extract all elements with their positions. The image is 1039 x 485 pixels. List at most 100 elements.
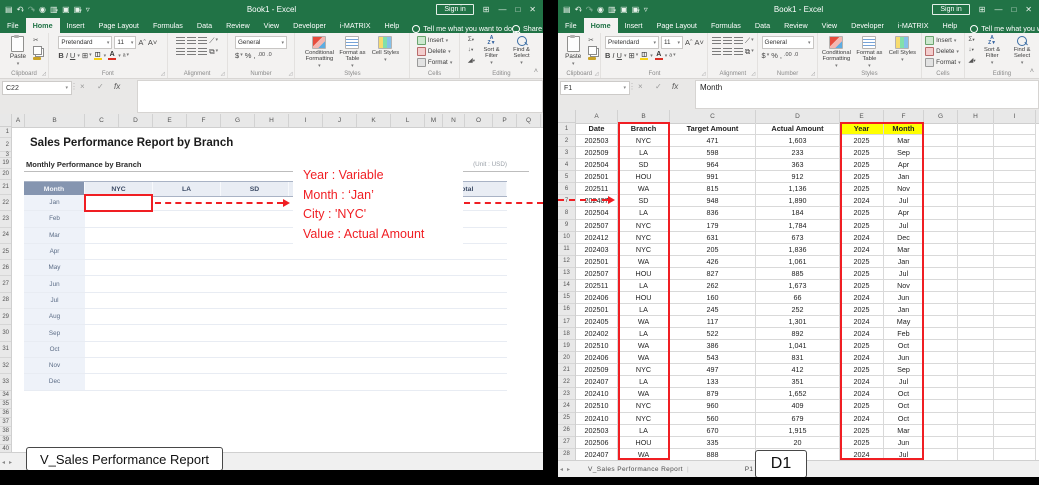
dialog-launcher-icon[interactable]: ◿ — [595, 71, 599, 77]
tell-me[interactable]: Tell me what you want to do — [970, 24, 1039, 33]
cell[interactable]: 560 — [670, 413, 756, 425]
cell[interactable]: 2024 — [840, 352, 884, 364]
sort-filter-button[interactable]: AZ▼ Sort & Filter▾ — [979, 36, 1006, 66]
column-header-H[interactable]: H — [255, 114, 289, 127]
cell[interactable]: WA — [618, 352, 670, 364]
empty-cell[interactable] — [994, 207, 1036, 219]
ribbon-tab-review[interactable]: Review — [777, 18, 815, 33]
bold-icon[interactable]: B — [58, 51, 63, 60]
enter-icon[interactable]: ✓ — [655, 82, 662, 91]
cell[interactable]: LA — [618, 425, 670, 437]
merge-center-icon[interactable]: ⧉▾ — [209, 47, 218, 56]
cell[interactable]: 1,603 — [756, 135, 840, 147]
empty-cell[interactable] — [994, 328, 1036, 340]
decrease-decimal-icon[interactable]: .0 — [794, 51, 799, 60]
cell[interactable]: 2025 — [840, 400, 884, 412]
cell[interactable]: Jun — [884, 292, 924, 304]
cell[interactable]: 205 — [670, 244, 756, 256]
row-header-27[interactable]: 27 — [0, 276, 11, 292]
cell[interactable]: NYC — [618, 244, 670, 256]
accounting-format-icon[interactable]: $▾ — [235, 51, 243, 60]
cell[interactable]: 202501 — [576, 304, 618, 316]
empty-cell[interactable] — [924, 244, 958, 256]
highlighted-cell-nyc-jan[interactable] — [84, 194, 153, 212]
empty-cell[interactable] — [924, 256, 958, 268]
formula-input[interactable]: Month — [695, 80, 1039, 109]
row-header-16[interactable]: 16 — [558, 304, 575, 316]
cell[interactable]: Jan — [884, 256, 924, 268]
ribbon-tab-data[interactable]: Data — [190, 18, 219, 33]
name-box[interactable]: F1▾ — [560, 81, 630, 95]
cell[interactable]: 202407 — [576, 449, 618, 460]
cell[interactable]: Oct — [884, 388, 924, 400]
row-header-35[interactable]: 35 — [0, 400, 11, 409]
ribbon-tab-formulas[interactable]: Formulas — [704, 18, 748, 33]
underline-icon[interactable]: U — [617, 51, 622, 60]
empty-cell[interactable] — [924, 159, 958, 171]
cell[interactable]: Apr — [884, 207, 924, 219]
row-header-22[interactable]: 22 — [558, 376, 575, 388]
cell[interactable]: 2025 — [840, 280, 884, 292]
cell[interactable]: 815 — [670, 183, 756, 195]
cell[interactable]: HOU — [618, 292, 670, 304]
empty-cell[interactable] — [994, 425, 1036, 437]
row-header-36[interactable]: 36 — [0, 409, 11, 418]
align-right-icon[interactable] — [734, 48, 743, 55]
empty-cell[interactable] — [958, 244, 994, 256]
format-cells-button[interactable]: Format▾ — [417, 58, 452, 67]
cell[interactable]: 2025 — [840, 340, 884, 352]
share-button[interactable]: Share — [512, 24, 542, 33]
empty-cell[interactable] — [924, 195, 958, 207]
cell[interactable]: 20 — [756, 437, 840, 449]
cell[interactable]: 885 — [756, 268, 840, 280]
cell[interactable]: 888 — [670, 449, 756, 460]
column-header-Q[interactable]: Q — [517, 114, 541, 127]
cell[interactable]: May — [884, 316, 924, 328]
cell[interactable]: 1,652 — [756, 388, 840, 400]
sheet-nav-left-icon[interactable]: ◂ — [560, 466, 563, 473]
row-header-28[interactable]: 28 — [558, 449, 575, 460]
empty-cell[interactable] — [924, 280, 958, 292]
cell[interactable]: 202510 — [576, 340, 618, 352]
paste-button[interactable]: Paste▾ — [6, 36, 30, 67]
data-header-year[interactable]: Year — [840, 123, 884, 135]
ribbon-tab-file[interactable]: File — [0, 18, 26, 33]
percent-icon[interactable]: % — [245, 51, 252, 60]
cell[interactable]: Mar — [884, 425, 924, 437]
cell[interactable]: HOU — [618, 171, 670, 183]
row-header-8[interactable]: 8 — [558, 207, 575, 219]
dialog-launcher-icon[interactable]: ◿ — [161, 71, 165, 77]
month-cell[interactable]: Dec — [24, 374, 85, 389]
empty-cell[interactable] — [958, 135, 994, 147]
empty-cell[interactable] — [994, 268, 1036, 280]
orientation-icon[interactable]: ⟋▾ — [745, 36, 754, 45]
empty-cell[interactable] — [994, 376, 1036, 388]
phonetic-icon[interactable]: ᵃ▾ — [669, 51, 675, 60]
cell[interactable]: 2024 — [840, 244, 884, 256]
empty-cell[interactable] — [994, 195, 1036, 207]
cell[interactable]: 471 — [670, 135, 756, 147]
fill-color-icon[interactable]: ◫ — [94, 52, 102, 60]
cell[interactable]: 202511 — [576, 280, 618, 292]
cell[interactable]: NYC — [618, 364, 670, 376]
column-header-H[interactable]: H — [958, 110, 994, 123]
autosum-icon[interactable]: Σ▾ — [468, 36, 475, 43]
empty-cell[interactable] — [924, 425, 958, 437]
month-cell[interactable]: Jun — [24, 276, 85, 291]
cell[interactable]: HOU — [618, 437, 670, 449]
empty-cell[interactable] — [958, 340, 994, 352]
ribbon-tab-help[interactable]: Help — [378, 18, 407, 33]
cell[interactable]: WA — [618, 316, 670, 328]
delete-cells-button[interactable]: Delete▾ — [925, 47, 960, 56]
cell[interactable]: HOU — [618, 268, 670, 280]
cell[interactable]: 202410 — [576, 413, 618, 425]
empty-cell[interactable] — [924, 268, 958, 280]
column-header-O[interactable]: O — [465, 114, 493, 127]
cell[interactable]: LA — [618, 328, 670, 340]
column-header-E[interactable]: E — [840, 110, 884, 123]
cell[interactable]: 679 — [756, 413, 840, 425]
cell[interactable]: 202410 — [576, 388, 618, 400]
align-middle-icon[interactable] — [723, 37, 732, 44]
cell[interactable]: 202412 — [576, 232, 618, 244]
cell[interactable]: 2025 — [840, 207, 884, 219]
